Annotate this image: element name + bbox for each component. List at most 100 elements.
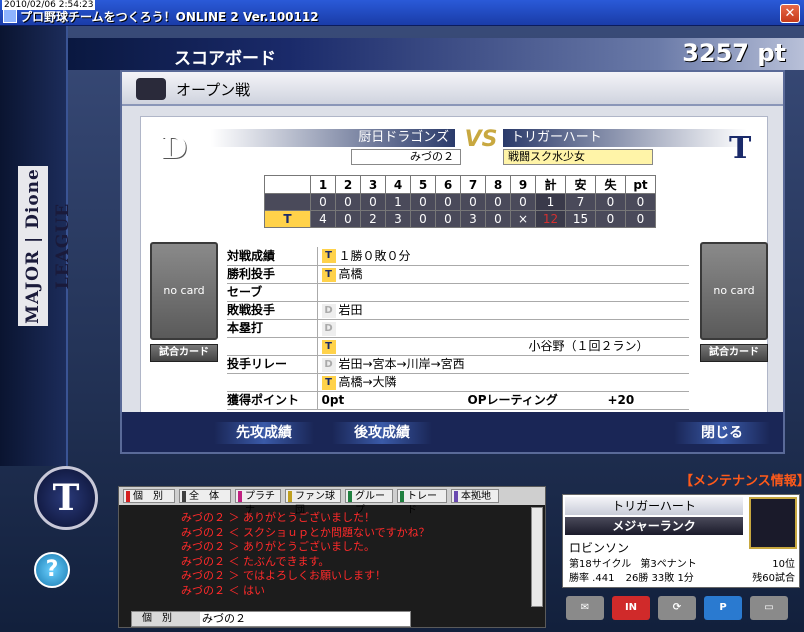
chat-message: みづの２ ＞ ありがとうございました。 xyxy=(181,540,375,553)
help-icon[interactable]: ? xyxy=(34,552,70,588)
header-bar: スコアボード 3257 pt xyxy=(68,38,804,70)
result-label: 敗戦投手 xyxy=(227,301,317,320)
chat-message: みづの２ ＜ たぶんできます。 xyxy=(181,554,330,568)
vs-label: VS xyxy=(464,127,498,152)
sidebar: MAJOR | Dione LEAGUE xyxy=(0,26,73,466)
chat-tab[interactable]: 個 別 xyxy=(123,489,175,503)
score-cell: 1 xyxy=(385,193,411,211)
result-row: 敗戦投手 D 岩田 xyxy=(227,301,689,320)
score-cell: 7 xyxy=(565,193,596,211)
chat-tab[interactable]: ファン球団 xyxy=(285,489,341,516)
second-batting-stats-button[interactable]: 後攻成績 xyxy=(332,422,432,444)
score-cell: 0 xyxy=(435,193,461,211)
result-label: 対戦成績 xyxy=(227,247,317,266)
chat-input-text[interactable]: みづの２ xyxy=(202,612,246,626)
home-team-icon: D xyxy=(321,357,336,372)
first-batting-stats-button[interactable]: 先攻成績 xyxy=(214,422,314,444)
mail-icon[interactable]: ✉ xyxy=(566,596,604,620)
points-row: 獲得ポイント 0pt OPレーティング +20 xyxy=(227,391,689,410)
refresh-icon[interactable]: ⟳ xyxy=(658,596,696,620)
score-cell: 0 xyxy=(410,210,436,228)
chat-tab[interactable]: 全 体 xyxy=(179,489,231,503)
result-label: 投手リレー xyxy=(227,355,317,374)
score-cell: 0 xyxy=(435,210,461,228)
score-header-6: 7 xyxy=(460,175,486,194)
title-bar: 2010/02/06 2:54:23 プロ野球チームをつくろう！ONLINE 2… xyxy=(0,0,804,26)
score-cell: 0 xyxy=(410,193,436,211)
rating-value: +20 xyxy=(607,393,635,407)
score-cell: 0 xyxy=(510,193,536,211)
result-label xyxy=(227,337,317,356)
profile-record: 26勝 33敗 1分 xyxy=(625,573,694,584)
away-team-name: トリガーハート xyxy=(503,129,747,147)
league-banner: MAJOR | Dione LEAGUE xyxy=(18,166,73,326)
rank-emblem-icon xyxy=(749,497,797,549)
close-button[interactable]: 閉じる xyxy=(674,422,770,444)
chat-target-select[interactable]: 個 別 xyxy=(132,612,200,626)
result-row: 勝利投手 T 高橋 xyxy=(227,265,689,284)
home-card-slot: no card xyxy=(150,242,218,340)
result-icon[interactable]: ▭ xyxy=(750,596,788,620)
score-cell: 4 xyxy=(310,210,336,228)
in-icon[interactable]: IN xyxy=(612,596,650,620)
team-emblem-icon: T xyxy=(34,466,98,530)
p-icon[interactable]: P xyxy=(704,596,742,620)
action-icons: ✉ IN ⟳ P ▭ xyxy=(562,596,800,624)
result-row: 対戦成績 T １勝０敗０分 xyxy=(227,247,689,266)
matchup-bar: D 厨日ドラゴンズ みづの２ VS トリガーハート 戦闘スク水少女 T xyxy=(161,125,751,167)
score-cell: 12 xyxy=(535,210,566,228)
chat-input[interactable]: 個 別 みづの２ xyxy=(131,611,411,627)
chat-message: みづの２ ＞ ではよろしくお願いします！ xyxy=(181,569,386,582)
home-card-button[interactable]: 試合カード xyxy=(150,344,218,362)
score-row-home: 0001000001700 xyxy=(264,193,656,211)
score-header-0: 1 xyxy=(310,175,336,194)
result-value: 高橋→大隣 xyxy=(338,375,397,389)
score-cell: 0 xyxy=(360,193,386,211)
points-display: 3257 pt xyxy=(682,39,786,67)
score-corner xyxy=(264,175,311,194)
score-header-10: 安 xyxy=(565,175,596,194)
away-team-logo: T xyxy=(729,131,752,166)
result-value: 岩田→宮本→川岸→宮西 xyxy=(338,357,465,371)
profile-cycle-row: 第18サイクル 第3ペナント 10位 xyxy=(569,555,795,570)
away-card-button[interactable]: 試合カード xyxy=(700,344,768,362)
profile-panel: トリガーハート メジャーランク ロビンソン 第18サイクル 第3ペナント 10位… xyxy=(562,494,800,588)
chat-message: みづの２ ＞ ありがとうございました！ xyxy=(181,511,375,524)
result-value: 高橋 xyxy=(338,267,363,281)
chat-message: みづの２ ＜ スクショｕｐとか問題ないですかね？ xyxy=(181,525,430,539)
profile-record-row: 勝率 .441 26勝 33敗 1分 残60試合 xyxy=(569,569,795,584)
chat-tab[interactable]: トレード xyxy=(397,489,447,516)
maintenance-ticker[interactable]: 【メンテナンス情報】 xyxy=(680,470,804,489)
score-cell: 0 xyxy=(335,193,361,211)
window-title: プロ野球チームをつくろう！ONLINE 2 Ver.100112 xyxy=(20,10,319,24)
result-row: セーブ xyxy=(227,283,689,302)
chat-tab[interactable]: 本拠地 xyxy=(451,489,499,503)
score-header-8: 9 xyxy=(510,175,536,194)
result-label: 本塁打 xyxy=(227,319,317,338)
away-card-slot: no card xyxy=(700,242,768,340)
app-icon xyxy=(3,9,17,23)
chat-tabs: 個 別全 体プラチナ ファン球団 グループ トレード 本拠地 xyxy=(119,487,545,516)
score-cell: × xyxy=(510,210,536,228)
chat-tab[interactable]: グループ xyxy=(345,489,393,516)
chat-message: みづの２ ＜ はい xyxy=(181,583,265,597)
game-type-icon xyxy=(136,78,166,100)
chat-scrollbar[interactable] xyxy=(531,507,543,607)
home-team-icon: D xyxy=(321,303,336,318)
profile-team: トリガーハート xyxy=(565,497,743,515)
score-header-row: 1 2 3 4 5 6 7 8 9 計安失 pt xyxy=(264,175,656,194)
results-table: 対戦成績 T １勝０敗０分 勝利投手 T 高橋 セーブ 敗戦投手 D 岩田 本塁打 D T 小谷野（１回２… xyxy=(227,247,689,410)
scoreboard-content: D 厨日ドラゴンズ みづの２ VS トリガーハート 戦闘スク水少女 T 1234… xyxy=(140,116,768,416)
profile-position: 10位 xyxy=(772,559,795,570)
chat-panel: 個 別全 体プラチナ ファン球団 グループ トレード 本拠地 みづの２ ＞ ありがとうご… xyxy=(118,486,546,628)
close-window-button[interactable]: ✕ xyxy=(780,4,800,23)
away-team-icon: T xyxy=(321,267,336,282)
home-player-name: みづの２ xyxy=(351,149,461,165)
score-header-11: 失 xyxy=(595,175,626,194)
profile-win-rate: 勝率 .441 xyxy=(569,573,615,584)
chat-tab[interactable]: プラチナ xyxy=(235,489,281,516)
profile-name: ロビンソン xyxy=(569,541,630,555)
game-window: 2010/02/06 2:54:23 プロ野球チームをつくろう！ONLINE 2… xyxy=(0,0,804,632)
score-header-12: pt xyxy=(625,175,656,194)
score-cell: 0 xyxy=(310,193,336,211)
